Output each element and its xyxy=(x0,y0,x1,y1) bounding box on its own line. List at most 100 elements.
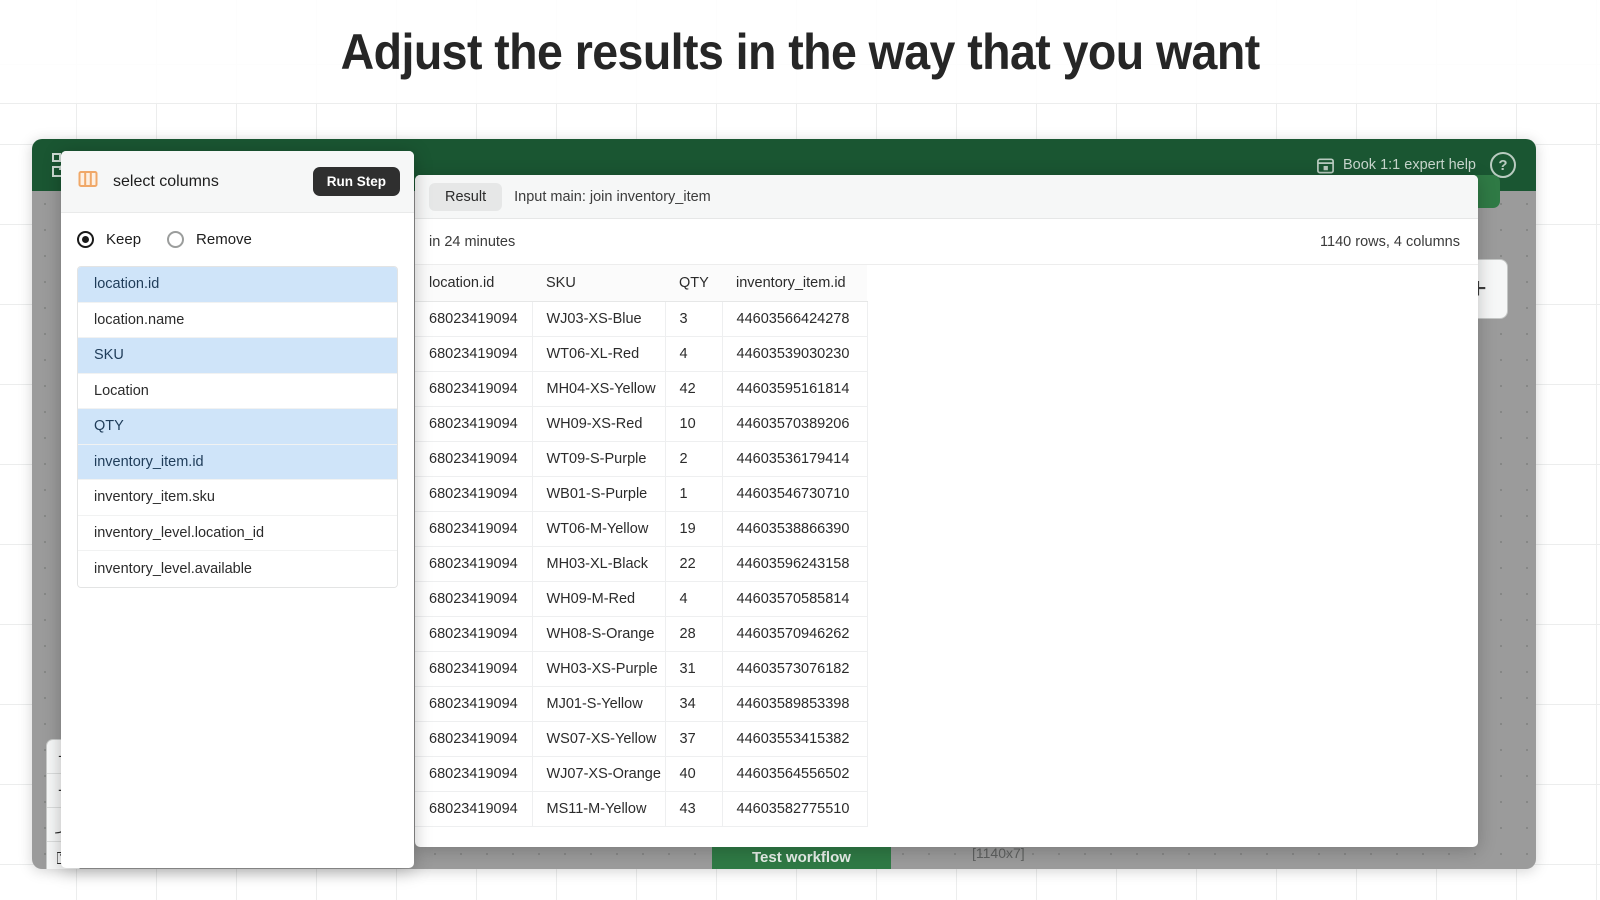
column-header-inventory-item-id[interactable]: inventory_item.id xyxy=(722,265,867,302)
table-cell: 44603589853398 xyxy=(722,686,868,722)
table-row[interactable]: 68023419094 WH09-XS-Red 10 44603570389206 xyxy=(415,406,868,442)
table-cell: 68023419094 xyxy=(415,686,533,722)
table-row[interactable]: 68023419094 MS11-M-Yellow 43 44603582775510 xyxy=(415,791,868,827)
page-root: Adjust the results in the way that you w… xyxy=(0,0,1600,900)
question-mark-icon[interactable]: ? xyxy=(1490,152,1516,178)
table-cell: 44603538866390 xyxy=(722,511,868,547)
table-cell: 44603536179414 xyxy=(722,441,868,477)
hero-banner: Adjust the results in the way that you w… xyxy=(0,0,1600,104)
table-cell: 68023419094 xyxy=(415,791,533,827)
table-cell: 68023419094 xyxy=(415,581,533,617)
radio-remove[interactable] xyxy=(167,231,185,248)
table-cell: 4 xyxy=(665,336,723,372)
table-cell: 43 xyxy=(665,791,723,827)
table-row[interactable]: 68023419094 WT06-XL-Red 4 44603539030230 xyxy=(415,336,868,372)
column-list-item[interactable]: SKU xyxy=(78,338,397,374)
columns-icon xyxy=(77,168,99,195)
column-list-item[interactable]: location.name xyxy=(78,302,397,338)
table-cell: 10 xyxy=(665,406,723,442)
result-table-scroll[interactable]: location.id SKU QTY inventory_item.id 68… xyxy=(415,265,1478,847)
result-panel: Result Input main: join inventory_item i… xyxy=(415,175,1478,847)
table-cell: 68023419094 xyxy=(415,756,533,792)
select-columns-body: Keep Remove location.id location.name SKU L… xyxy=(61,213,414,588)
select-columns-header: select columns Run Step xyxy=(61,151,414,213)
run-step-button[interactable]: Run Step xyxy=(312,167,400,196)
table-row[interactable]: 68023419094 WH03-XS-Purple 31 4460357307618… xyxy=(415,651,868,687)
close-icon[interactable] xyxy=(1534,32,1564,62)
table-row[interactable]: 68023419094 MJ01-S-Yellow 34 44603589853398 xyxy=(415,686,868,722)
table-cell: 4 xyxy=(665,581,723,617)
table-cell: 44603570389206 xyxy=(722,406,868,442)
book-expert-help-button[interactable]: Book 1:1 expert help xyxy=(1316,156,1476,175)
table-cell: 40 xyxy=(665,756,723,792)
table-cell: WJ03-XS-Blue xyxy=(532,301,666,337)
table-cell: 68023419094 xyxy=(415,651,533,687)
result-summary-text: 1140 rows, 4 columns xyxy=(1320,233,1460,250)
table-cell: 68023419094 xyxy=(415,476,533,512)
column-list-item[interactable]: inventory_level.location_id xyxy=(78,515,397,551)
column-list-item[interactable]: location.id xyxy=(78,267,397,303)
radio-remove-label: Remove xyxy=(196,231,252,248)
table-header-row: location.id SKU QTY inventory_item.id xyxy=(415,265,867,302)
table-cell: 44603582775510 xyxy=(722,791,868,827)
table-cell: 68023419094 xyxy=(415,371,533,407)
table-row[interactable]: 68023419094 WB01-S-Purple 1 44603546730710 xyxy=(415,476,868,512)
table-cell: 1 xyxy=(665,476,723,512)
result-meta-row: in 24 minutes 1140 rows, 4 columns xyxy=(415,219,1478,265)
tab-input-main[interactable]: Input main: join inventory_item xyxy=(514,189,711,205)
table-cell: 44603539030230 xyxy=(722,336,868,372)
table-cell: WH09-M-Red xyxy=(532,581,666,617)
table-cell: 28 xyxy=(665,616,723,652)
columns-list: location.id location.name SKU Location QTY in… xyxy=(77,266,398,588)
table-cell: WB01-S-Purple xyxy=(532,476,666,512)
table-cell: WJ07-XS-Orange xyxy=(532,756,666,792)
table-row[interactable]: 68023419094 WH08-S-Orange 28 44603570946262 xyxy=(415,616,868,652)
table-cell: MS11-M-Yellow xyxy=(532,791,666,827)
column-list-item[interactable]: QTY xyxy=(78,409,397,445)
table-cell: 19 xyxy=(665,511,723,547)
table-cell: 44603570585814 xyxy=(722,581,868,617)
table-cell: 68023419094 xyxy=(415,546,533,582)
column-list-item[interactable]: inventory_item.id xyxy=(78,444,397,480)
column-list-item[interactable]: Location xyxy=(78,373,397,409)
table-cell: WT09-S-Purple xyxy=(532,441,666,477)
select-columns-panel: select columns Run Step Keep Remove loca… xyxy=(61,151,414,868)
table-row[interactable]: 68023419094 WJ07-XS-Orange 40 4460356455650… xyxy=(415,756,868,792)
table-cell: 44603553415382 xyxy=(722,721,868,757)
table-cell: 42 xyxy=(665,371,723,407)
table-cell: WH03-XS-Purple xyxy=(532,651,666,687)
table-cell: 68023419094 xyxy=(415,336,533,372)
column-list-item[interactable]: inventory_item.sku xyxy=(78,480,397,516)
table-cell: 2 xyxy=(665,441,723,477)
table-cell: 68023419094 xyxy=(415,406,533,442)
table-row[interactable]: 68023419094 WT06-M-Yellow 19 44603538866390 xyxy=(415,511,868,547)
result-table: location.id SKU QTY inventory_item.id 68… xyxy=(415,265,868,827)
column-header-sku[interactable]: SKU xyxy=(532,265,665,302)
column-header-location-id[interactable]: location.id xyxy=(415,265,532,302)
table-cell: WH09-XS-Red xyxy=(532,406,666,442)
tab-result[interactable]: Result xyxy=(429,182,503,211)
column-header-qty[interactable]: QTY xyxy=(665,265,722,302)
table-row[interactable]: 68023419094 MH03-XL-Black 22 44603596243158 xyxy=(415,546,868,582)
table-cell: WS07-XS-Yellow xyxy=(532,721,666,757)
radio-keep-label: Keep xyxy=(106,231,142,248)
table-cell: MH04-XS-Yellow xyxy=(532,371,666,407)
radio-keep[interactable] xyxy=(77,231,94,248)
column-list-item[interactable]: inventory_level.available xyxy=(78,551,397,587)
table-cell: 44603546730710 xyxy=(722,476,868,512)
table-cell: 44603596243158 xyxy=(722,546,868,582)
table-row[interactable]: 68023419094 MH04-XS-Yellow 42 4460359516181… xyxy=(415,371,868,407)
table-cell: WT06-XL-Red xyxy=(532,336,666,372)
table-row[interactable]: 68023419094 WS07-XS-Yellow 37 4460355341538… xyxy=(415,721,868,757)
select-columns-title: select columns xyxy=(113,172,219,190)
table-row[interactable]: 68023419094 WT09-S-Purple 2 44603536179414 xyxy=(415,441,868,477)
table-row[interactable]: 68023419094 WH09-M-Red 4 44603570585814 xyxy=(415,581,868,617)
run-status-text: in 24 minutes xyxy=(429,233,516,250)
table-row[interactable]: 68023419094 WJ03-XS-Blue 3 44603566424278 xyxy=(415,301,868,337)
keep-remove-radio-group: Keep Remove xyxy=(77,231,398,248)
result-tabbar: Result Input main: join inventory_item xyxy=(415,175,1478,219)
table-cell: 44603595161814 xyxy=(722,371,868,407)
table-cell: 44603573076182 xyxy=(722,651,868,687)
table-cell: 44603564556502 xyxy=(722,756,868,792)
table-cell: 44603570946262 xyxy=(722,616,868,652)
